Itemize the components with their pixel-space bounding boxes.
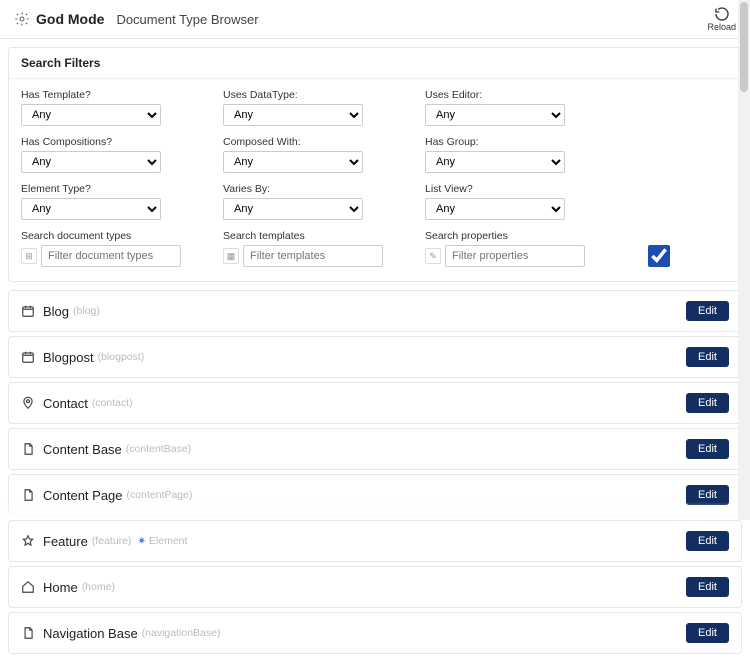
reload-icon bbox=[714, 6, 730, 22]
element-badge-label: Element bbox=[149, 535, 188, 547]
property-icon: ✎ bbox=[425, 248, 441, 264]
element-type-select[interactable]: Any bbox=[21, 198, 161, 220]
uses-editor-label: Uses Editor: bbox=[425, 89, 729, 101]
home-icon bbox=[21, 580, 35, 594]
scrollbar[interactable] bbox=[738, 0, 750, 520]
doctype-alias: (feature) bbox=[92, 535, 132, 547]
doctype-row[interactable]: Blog (blog) Edit bbox=[8, 290, 742, 332]
search-properties-input[interactable] bbox=[445, 245, 585, 267]
template-icon: ▦ bbox=[223, 248, 239, 264]
search-templates-input[interactable] bbox=[243, 245, 383, 267]
doctype-row[interactable]: Content Page (contentPage) Edit bbox=[8, 474, 742, 516]
edit-button[interactable]: Edit bbox=[686, 623, 729, 643]
doctype-name: Navigation Base bbox=[43, 626, 138, 641]
search-doctypes-label: Search document types bbox=[21, 230, 197, 242]
settings-icon bbox=[14, 11, 30, 27]
doctype-row[interactable]: Content Base (contentBase) Edit bbox=[8, 428, 742, 470]
doctype-alias: (contentPage) bbox=[127, 489, 193, 501]
results-list: Blog(blog)EditBlogpost(blogpost)EditCont… bbox=[8, 290, 742, 664]
doc-icon bbox=[21, 442, 35, 456]
has-compositions-select[interactable]: Any bbox=[21, 151, 161, 173]
search-properties-label: Search properties bbox=[425, 230, 729, 242]
has-group-label: Has Group: bbox=[425, 136, 729, 148]
list-view-label: List View? bbox=[425, 183, 729, 195]
reload-label: Reload bbox=[707, 22, 736, 32]
edit-button[interactable]: Edit bbox=[686, 347, 729, 367]
composed-with-select[interactable]: Any bbox=[223, 151, 363, 173]
edit-button[interactable]: Edit bbox=[686, 531, 729, 551]
app-title: God Mode bbox=[36, 11, 104, 27]
doctype-alias: (home) bbox=[82, 581, 115, 593]
doctype-name: Feature bbox=[43, 534, 88, 549]
doctype-alias: (contentBase) bbox=[126, 443, 191, 455]
doctype-row[interactable]: Feature (feature) ✷Element Edit bbox=[8, 520, 742, 562]
list-view-select[interactable]: Any bbox=[425, 198, 565, 220]
doctype-row[interactable]: Home (home) Edit bbox=[8, 566, 742, 608]
topbar: God Mode Document Type Browser Reload bbox=[0, 0, 750, 39]
reload-button[interactable]: Reload bbox=[707, 6, 736, 32]
edit-button[interactable]: Edit bbox=[686, 301, 729, 321]
filters-heading: Search Filters bbox=[9, 48, 741, 79]
doctype-alias: (navigationBase) bbox=[142, 627, 221, 639]
edit-button[interactable]: Edit bbox=[686, 393, 729, 413]
uses-datatype-select[interactable]: Any bbox=[223, 104, 363, 126]
filters-col-3: Uses Editor: Any Has Group: Any List Vie… bbox=[425, 89, 729, 267]
doctype-name: Content Page bbox=[43, 488, 123, 503]
varies-by-select[interactable]: Any bbox=[223, 198, 363, 220]
has-template-select[interactable]: Any bbox=[21, 104, 161, 126]
edit-button[interactable]: Edit bbox=[686, 577, 729, 597]
has-compositions-label: Has Compositions? bbox=[21, 136, 197, 148]
scrollbar-thumb[interactable] bbox=[740, 2, 748, 92]
composed-with-label: Composed With: bbox=[223, 136, 399, 148]
calendar-icon bbox=[21, 304, 35, 318]
doctype-alias: (blogpost) bbox=[98, 351, 145, 363]
search-properties-checkbox[interactable] bbox=[589, 245, 729, 267]
doctype-name: Home bbox=[43, 580, 78, 595]
pin-icon bbox=[21, 396, 35, 410]
filters-col-1: Has Template? Any Has Compositions? Any … bbox=[21, 89, 197, 267]
doctype-alias: (contact) bbox=[92, 397, 133, 409]
doctype-name: Blogpost bbox=[43, 350, 94, 365]
edit-button[interactable]: Edit bbox=[686, 439, 729, 459]
calendar-icon bbox=[21, 350, 35, 364]
doctype-icon: ⊞ bbox=[21, 248, 37, 264]
doctype-name: Content Base bbox=[43, 442, 122, 457]
doctype-name: Blog bbox=[43, 304, 69, 319]
varies-by-label: Varies By: bbox=[223, 183, 399, 195]
uses-datatype-label: Uses DataType: bbox=[223, 89, 399, 101]
doctype-row[interactable]: Navigation Base (navigationBase) Edit bbox=[8, 612, 742, 654]
edit-button[interactable]: Edit bbox=[686, 485, 729, 505]
doctype-alias: (blog) bbox=[73, 305, 100, 317]
star-icon bbox=[21, 534, 35, 548]
uses-editor-select[interactable]: Any bbox=[425, 104, 565, 126]
has-template-label: Has Template? bbox=[21, 89, 197, 101]
search-templates-label: Search templates bbox=[223, 230, 399, 242]
doc-icon bbox=[21, 488, 35, 502]
element-badge: ✷Element bbox=[138, 535, 188, 547]
page-subtitle: Document Type Browser bbox=[116, 12, 258, 27]
element-badge-icon: ✷ bbox=[138, 536, 146, 547]
doc-icon bbox=[21, 626, 35, 640]
filters-col-2: Uses DataType: Any Composed With: Any Va… bbox=[223, 89, 399, 267]
filters-card: Search Filters Has Template? Any Has Com… bbox=[8, 47, 742, 282]
doctype-row[interactable]: Blogpost (blogpost) Edit bbox=[8, 336, 742, 378]
doctype-row[interactable]: Contact (contact) Edit bbox=[8, 382, 742, 424]
element-type-label: Element Type? bbox=[21, 183, 197, 195]
has-group-select[interactable]: Any bbox=[425, 151, 565, 173]
doctype-name: Contact bbox=[43, 396, 88, 411]
search-doctypes-input[interactable] bbox=[41, 245, 181, 267]
